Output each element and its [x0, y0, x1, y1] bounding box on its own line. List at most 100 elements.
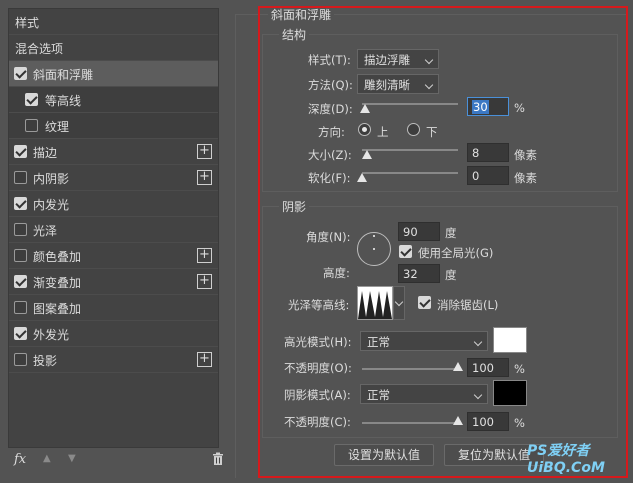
contour-curve-icon: [358, 291, 392, 319]
style-checkbox[interactable]: [25, 119, 38, 132]
angle-dial[interactable]: [357, 232, 391, 266]
size-unit: 像素: [514, 148, 537, 162]
style-label: 样式(T):: [308, 53, 351, 67]
style-list-item[interactable]: 内发光: [9, 191, 218, 217]
add-effect-icon[interactable]: +: [197, 144, 212, 159]
style-checkbox[interactable]: [14, 223, 27, 236]
shadow-opacity-input[interactable]: 100: [467, 412, 509, 431]
gloss-contour-dropdown[interactable]: [393, 286, 405, 320]
size-slider-track[interactable]: [362, 149, 458, 151]
style-checkbox[interactable]: [14, 301, 27, 314]
style-list-item[interactable]: 渐变叠加 +: [9, 269, 218, 295]
highlight-opacity-slider-track[interactable]: [362, 368, 458, 370]
style-list-footer: fx ▲ ▼: [8, 448, 223, 474]
global-light-checkbox[interactable]: [399, 245, 412, 258]
style-checkbox[interactable]: [14, 145, 27, 158]
antialias-checkbox[interactable]: [418, 296, 431, 309]
style-list-item[interactable]: 图案叠加: [9, 295, 218, 321]
direction-down-label: 下: [426, 125, 438, 139]
style-list-item[interactable]: 纹理: [9, 113, 218, 139]
style-checkbox[interactable]: [14, 327, 27, 340]
style-list-item[interactable]: 描边 +: [9, 139, 218, 165]
move-down-button[interactable]: ▼: [68, 453, 76, 464]
highlight-opacity-slider-handle[interactable]: [453, 362, 463, 371]
style-list-label: 光泽: [33, 224, 58, 238]
depth-slider-track[interactable]: [362, 103, 458, 105]
depth-input[interactable]: 30: [467, 97, 509, 116]
trash-icon[interactable]: [212, 452, 224, 468]
highlight-opacity-unit: %: [514, 362, 525, 376]
angle-input[interactable]: 90: [398, 222, 440, 241]
chevron-down-icon: [394, 297, 404, 307]
shadow-mode-label: 阴影模式(A):: [284, 388, 351, 402]
angle-unit: 度: [445, 226, 457, 240]
global-light-label: 使用全局光(G): [418, 246, 494, 260]
depth-label: 深度(D):: [308, 102, 353, 116]
style-list-item[interactable]: 混合选项: [9, 35, 218, 61]
style-checkbox[interactable]: [14, 67, 27, 80]
shadow-mode-select[interactable]: 正常: [360, 384, 488, 404]
style-list-item[interactable]: 等高线: [9, 87, 218, 113]
fx-menu-button[interactable]: fx: [14, 452, 26, 467]
style-checkbox[interactable]: [14, 275, 27, 288]
gloss-contour-preview[interactable]: [357, 286, 393, 320]
style-list-label: 图案叠加: [33, 302, 82, 316]
soften-slider-handle[interactable]: [357, 173, 367, 182]
bevel-emboss-title: 斜面和浮雕: [268, 6, 335, 23]
highlight-mode-select[interactable]: 正常: [360, 331, 488, 351]
style-checkbox[interactable]: [14, 171, 27, 184]
soften-slider-track[interactable]: [362, 172, 458, 174]
style-list-item[interactable]: 样式: [9, 9, 218, 35]
soften-input[interactable]: 0: [467, 166, 509, 185]
chevron-down-icon: [424, 80, 434, 90]
style-list-item[interactable]: 投影 +: [9, 347, 218, 373]
style-list-item[interactable]: 斜面和浮雕: [9, 61, 218, 87]
highlight-opacity-input[interactable]: 100: [467, 358, 509, 377]
style-list-item[interactable]: 外发光: [9, 321, 218, 347]
style-checkbox[interactable]: [14, 249, 27, 262]
size-input[interactable]: 8: [467, 143, 509, 162]
add-effect-icon[interactable]: +: [197, 352, 212, 367]
style-list-item[interactable]: 光泽: [9, 217, 218, 243]
direction-down-radio[interactable]: [407, 123, 420, 136]
style-list-label: 投影: [33, 354, 58, 368]
move-up-button[interactable]: ▲: [43, 453, 51, 464]
highlight-opacity-label: 不透明度(O):: [284, 361, 352, 375]
depth-slider-handle[interactable]: [359, 104, 370, 113]
style-list-label: 斜面和浮雕: [33, 68, 94, 82]
style-checkbox[interactable]: [25, 93, 38, 106]
soften-label: 软化(F):: [308, 171, 351, 185]
make-default-button[interactable]: 设置为默认值: [334, 444, 434, 466]
altitude-label: 高度:: [323, 266, 350, 280]
style-list-item[interactable]: 颜色叠加 +: [9, 243, 218, 269]
shadow-opacity-unit: %: [514, 416, 525, 430]
style-list-label: 渐变叠加: [33, 276, 82, 290]
structure-title: 结构: [279, 26, 310, 43]
style-checkbox[interactable]: [14, 197, 27, 210]
altitude-input[interactable]: 32: [398, 264, 440, 283]
shadow-opacity-slider-handle[interactable]: [453, 416, 463, 425]
style-list-label: 纹理: [45, 120, 70, 134]
add-effect-icon[interactable]: +: [197, 248, 212, 263]
style-checkbox[interactable]: [14, 353, 27, 366]
style-list-label: 外发光: [33, 328, 70, 342]
shading-title: 阴影: [279, 198, 310, 215]
technique-select[interactable]: 雕刻清晰: [357, 74, 439, 94]
style-select[interactable]: 描边浮雕: [357, 49, 439, 69]
direction-up-radio[interactable]: [358, 123, 371, 136]
highlight-color-swatch[interactable]: [493, 327, 527, 353]
shadow-color-swatch[interactable]: [493, 380, 527, 406]
angle-label: 角度(N):: [306, 230, 351, 244]
add-effect-icon[interactable]: +: [197, 170, 212, 185]
shadow-opacity-label: 不透明度(C):: [284, 415, 351, 429]
watermark-logo: PS爱好者 UiBQ.CoM: [527, 443, 605, 476]
size-slider-handle[interactable]: [361, 150, 372, 159]
add-effect-icon[interactable]: +: [197, 274, 212, 289]
style-list-label: 颜色叠加: [33, 250, 82, 264]
shadow-opacity-slider-track[interactable]: [362, 422, 458, 424]
technique-label: 方法(Q):: [308, 78, 353, 92]
style-list-item[interactable]: 内阴影 +: [9, 165, 218, 191]
soften-unit: 像素: [514, 171, 537, 185]
size-label: 大小(Z):: [308, 148, 352, 162]
depth-unit: %: [514, 101, 525, 115]
